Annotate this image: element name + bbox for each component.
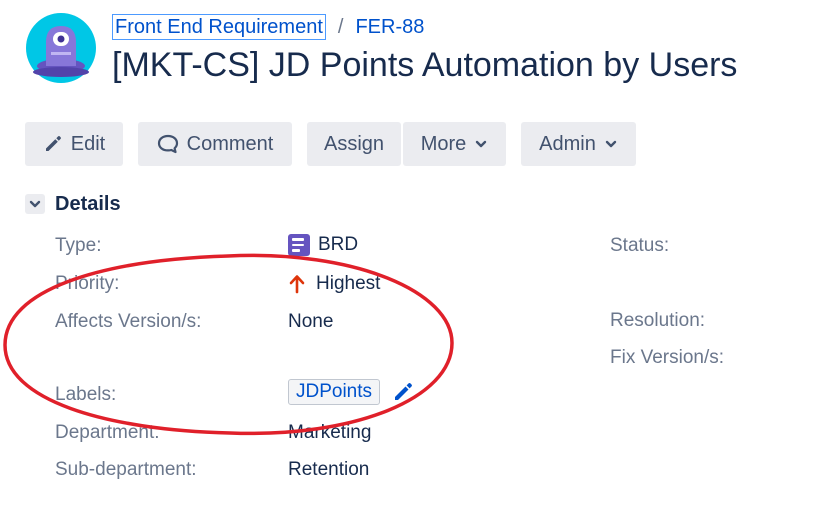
label-tag[interactable]: JDPoints <box>288 379 381 405</box>
pencil-icon[interactable] <box>392 381 414 403</box>
details-section-header[interactable]: Details <box>25 191 121 217</box>
details-toggle[interactable] <box>25 194 45 214</box>
status-label: Status: <box>610 235 670 256</box>
document-icon <box>288 234 310 256</box>
sub-department-label: Sub-department: <box>55 459 197 480</box>
comment-button-label: Comment <box>186 132 274 155</box>
department-label: Department: <box>55 422 160 443</box>
sub-department-value: Retention <box>288 459 370 480</box>
breadcrumb: Front End Requirement / FER-88 <box>112 13 424 41</box>
labels-value: JDPoints <box>288 379 414 405</box>
breadcrumb-issue-key-link[interactable]: FER-88 <box>355 16 424 39</box>
priority-value-text: Highest <box>316 273 381 294</box>
affects-version-value: None <box>288 311 334 332</box>
fix-version-label: Fix Version/s: <box>610 347 725 368</box>
department-value: Marketing <box>288 422 372 443</box>
priority-label: Priority: <box>55 273 120 294</box>
details-title: Details <box>55 192 121 215</box>
type-label: Type: <box>55 235 102 256</box>
page-title: [MKT-CS] JD Points Automation by Users <box>112 46 738 84</box>
admin-button-label: Admin <box>539 132 596 155</box>
chevron-down-icon <box>476 140 487 148</box>
edit-button-label: Edit <box>70 132 106 155</box>
chevron-down-icon <box>29 200 41 208</box>
pencil-icon <box>45 136 61 151</box>
edit-button[interactable]: Edit <box>25 122 123 166</box>
type-value: BRD <box>288 234 358 256</box>
chevron-down-icon <box>605 140 617 148</box>
resolution-label: Resolution: <box>610 310 706 331</box>
type-value-text: BRD <box>318 234 359 255</box>
project-avatar-icon[interactable] <box>25 12 97 84</box>
comment-bubble-icon <box>157 134 178 154</box>
assign-button[interactable]: Assign <box>307 122 401 166</box>
labels-label: Labels: <box>55 384 117 405</box>
admin-button[interactable]: Admin <box>521 122 636 166</box>
more-button[interactable]: More <box>403 122 506 166</box>
affects-version-label: Affects Version/s: <box>55 311 202 332</box>
arrow-up-icon <box>289 275 305 294</box>
assign-button-label: Assign <box>323 132 385 155</box>
breadcrumb-separator: / <box>337 15 344 38</box>
comment-button[interactable]: Comment <box>138 122 292 166</box>
more-button-label: More <box>420 132 467 155</box>
priority-value: Highest <box>288 273 380 295</box>
breadcrumb-project-link[interactable]: Front End Requirement <box>112 14 326 40</box>
